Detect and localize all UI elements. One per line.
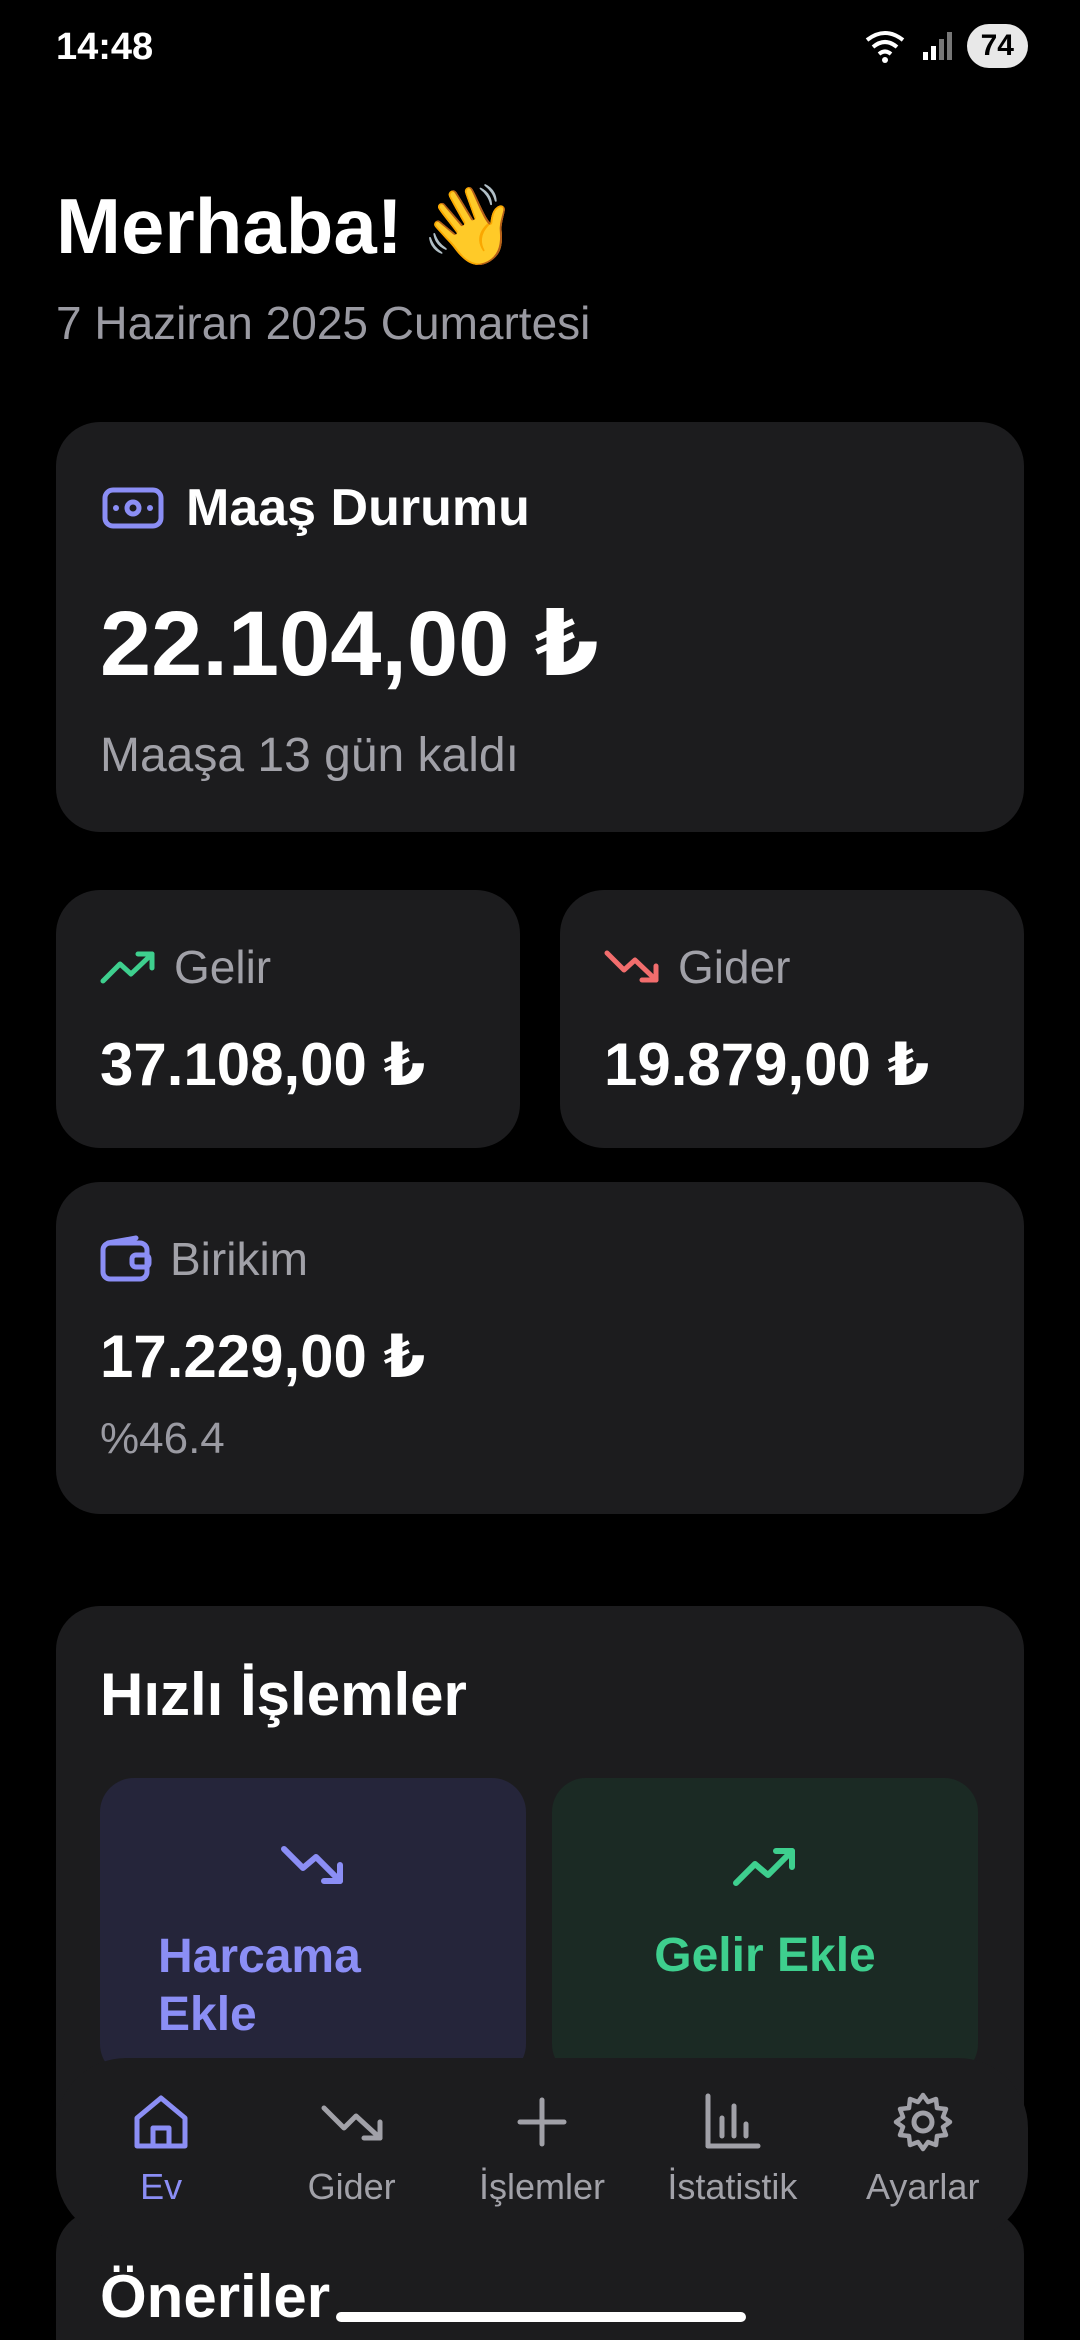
greeting: Merhaba! 👋: [56, 180, 518, 272]
expense-header: Gider: [604, 940, 790, 994]
status-bar: 14:48 74: [0, 0, 1080, 96]
signal-icon: [922, 32, 952, 60]
savings-percent: %46.4: [100, 1414, 225, 1463]
salary-amount: 22.104,00 ₺: [100, 593, 599, 695]
home-indicator[interactable]: [336, 2312, 746, 2322]
nav-item-statistics[interactable]: İstatistik: [642, 2090, 822, 2208]
add-income-label: Gelir Ekle: [654, 1929, 876, 1982]
income-amount: 37.108,00 ₺: [100, 1031, 426, 1098]
income-card[interactable]: [56, 890, 520, 1148]
savings-amount: 17.229,00 ₺: [100, 1323, 426, 1390]
savings-header: Birikim: [100, 1232, 308, 1286]
trending-down-icon: [604, 950, 659, 983]
salary-card-header: Maaş Durumu: [102, 478, 530, 538]
nav-label-expense: Gider: [307, 2166, 396, 2207]
add-expense-label: Harcama Ekle: [158, 1930, 361, 2041]
expense-card[interactable]: [560, 890, 1024, 1148]
battery-indicator: 74: [966, 24, 1028, 68]
nav-label-statistics: İstatistik: [667, 2166, 798, 2207]
plus-icon: [517, 2097, 567, 2147]
nav-label-settings: Ayarlar: [866, 2166, 980, 2207]
bottom-navigation: Ev Gider İşlemler İstatistik Ayarlar: [56, 2058, 1028, 2240]
status-time: 14:48: [56, 26, 154, 68]
trending-down-icon: [281, 1846, 343, 1884]
salary-title: Maaş Durumu: [186, 479, 530, 537]
trending-down-icon: [321, 2105, 383, 2141]
nav-item-home[interactable]: Ev: [71, 2090, 251, 2208]
quick-actions-title: Hızlı İşlemler: [100, 1661, 467, 1728]
expense-label: Gider: [678, 941, 791, 993]
nav-item-transactions[interactable]: İşlemler: [452, 2090, 632, 2208]
wifi-icon: [865, 31, 904, 63]
tips-title: Öneriler: [100, 2263, 331, 2330]
wave-emoji: 👋: [420, 181, 518, 269]
nav-item-settings[interactable]: Ayarlar: [833, 2090, 1013, 2208]
expense-amount: 19.879,00 ₺: [604, 1031, 930, 1098]
trending-up-icon: [733, 1848, 795, 1886]
income-label: Gelir: [174, 941, 272, 993]
nav-item-expense[interactable]: Gider: [262, 2090, 442, 2208]
gear-icon: [893, 2092, 952, 2152]
cash-icon: [102, 487, 164, 529]
income-header: Gelir: [100, 940, 271, 994]
status-icons: 74: [863, 24, 1028, 68]
wallet-icon: [100, 1235, 152, 1282]
current-date: 7 Haziran 2025 Cumartesi: [56, 297, 591, 349]
nav-label-home: Ev: [140, 2166, 183, 2207]
trending-up-icon: [100, 951, 155, 984]
nav-label-transactions: İşlemler: [478, 2166, 605, 2207]
salary-days-left: Maaşa 13 gün kaldı: [100, 729, 519, 782]
home-icon: [134, 2095, 188, 2149]
savings-label: Birikim: [170, 1233, 308, 1285]
greeting-text: Merhaba!: [56, 181, 403, 270]
bar-chart-icon: [705, 2093, 761, 2149]
